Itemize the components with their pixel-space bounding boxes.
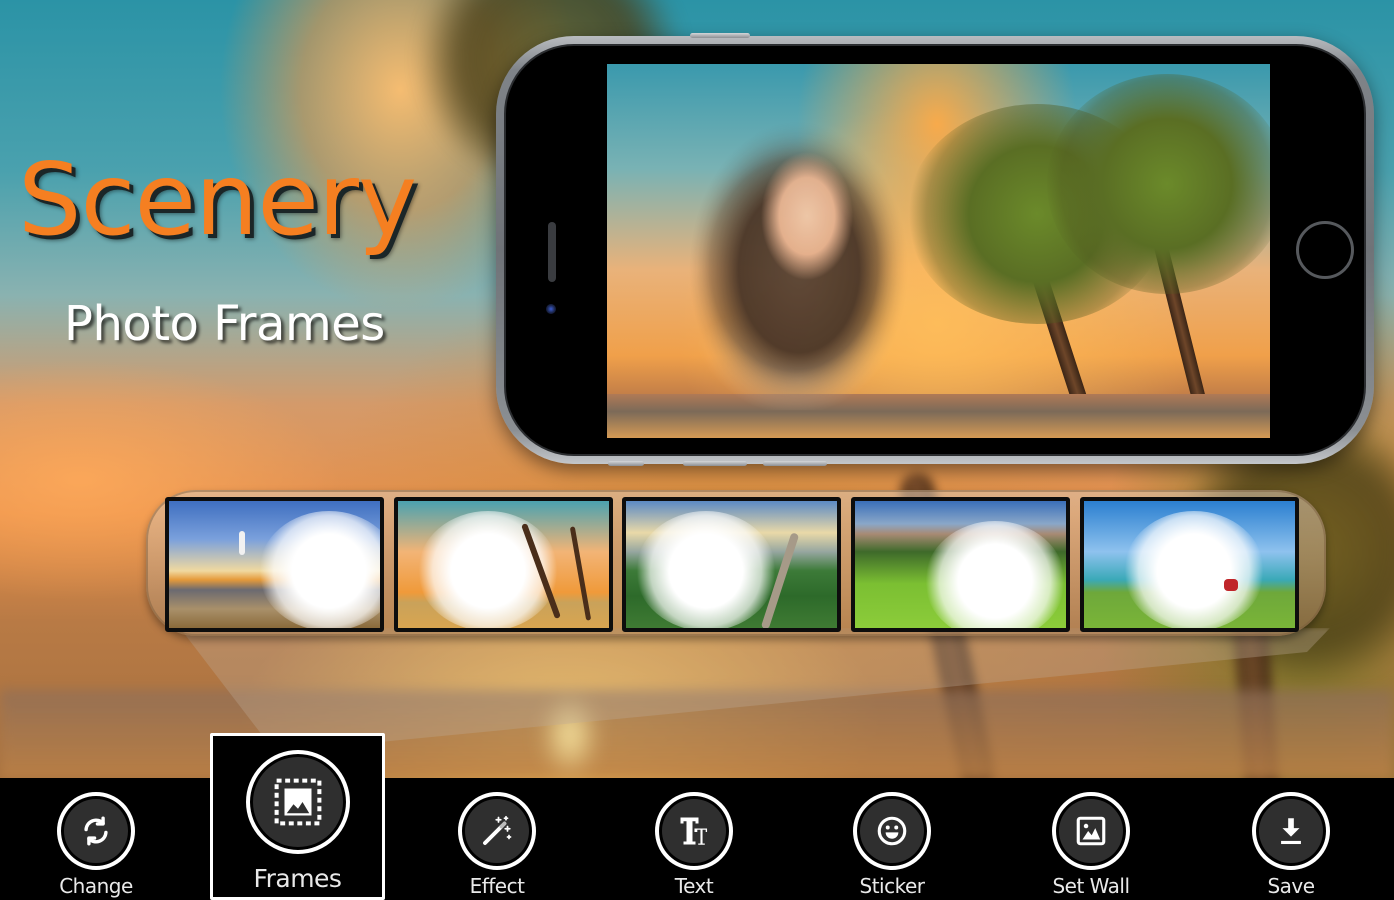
sticker-button-ring	[853, 792, 931, 870]
photo-placeholder-glow	[259, 511, 380, 628]
toolbar-label: Save	[1267, 874, 1315, 898]
photo-placeholder-glow	[636, 511, 776, 628]
save-button-ring	[1252, 792, 1330, 870]
frame-thumbnail-alpine-meadow[interactable]	[851, 497, 1070, 632]
phone-home-button	[1296, 221, 1354, 279]
toolbar-label: Effect	[469, 874, 525, 898]
frames-button-ring	[245, 750, 350, 854]
magic-wand-icon	[483, 815, 512, 845]
change-button-ring	[57, 792, 135, 870]
toolbar-label: Text	[674, 874, 714, 898]
download-icon	[1281, 818, 1301, 845]
phone-volume-button	[683, 461, 747, 466]
toolbar-set-wall-button[interactable]: Set Wall	[1011, 778, 1171, 900]
set-wall-button-ring	[1052, 792, 1130, 870]
phone-speaker	[548, 222, 556, 282]
lighthouse	[239, 531, 245, 555]
text-icon	[680, 817, 708, 846]
smiley-icon	[877, 816, 907, 846]
toolbar-label: Frames	[253, 864, 342, 893]
app-title: Scenery	[18, 141, 417, 258]
app-subtitle: Photo Frames	[64, 296, 385, 352]
toolbar-change-button[interactable]: Change	[16, 778, 176, 900]
toolbar-sticker-button[interactable]: Sticker	[812, 778, 972, 900]
photo-placeholder-glow	[1124, 511, 1264, 628]
effect-button-ring	[458, 792, 536, 870]
toolbar-effect-button[interactable]: Effect	[417, 778, 577, 900]
phone-front-camera	[546, 304, 556, 314]
palm-trunk	[569, 526, 592, 621]
text-button-ring	[655, 792, 733, 870]
frame-thumbnail-lake-cabin[interactable]	[1080, 497, 1299, 632]
frame-thumbnail-palm-beach[interactable]	[394, 497, 613, 632]
refresh-icon	[84, 816, 108, 846]
toolbar-label: Sticker	[859, 874, 926, 898]
frame-icon	[274, 778, 321, 826]
user-photo[interactable]	[669, 120, 909, 410]
frame-thumbnail-great-wall[interactable]	[622, 497, 841, 632]
toolbar-save-button[interactable]: Save	[1211, 778, 1371, 900]
photo-placeholder-glow	[925, 521, 1065, 628]
frame-thumbnail-lighthouse[interactable]	[165, 497, 384, 632]
phone-side-button	[690, 33, 750, 38]
phone-volume-button	[763, 461, 827, 466]
red-cabin	[1224, 579, 1238, 591]
palm-leaves	[1047, 74, 1270, 294]
wallpaper-icon	[1076, 816, 1106, 846]
phone-side-button	[608, 461, 644, 466]
toolbar-text-button[interactable]: Text	[614, 778, 774, 900]
toolbar-label: Change	[59, 874, 133, 898]
frame-preview[interactable]	[607, 64, 1270, 438]
toolbar-label: Set Wall	[1052, 874, 1130, 898]
toolbar-frames-button[interactable]: Frames	[210, 733, 385, 900]
